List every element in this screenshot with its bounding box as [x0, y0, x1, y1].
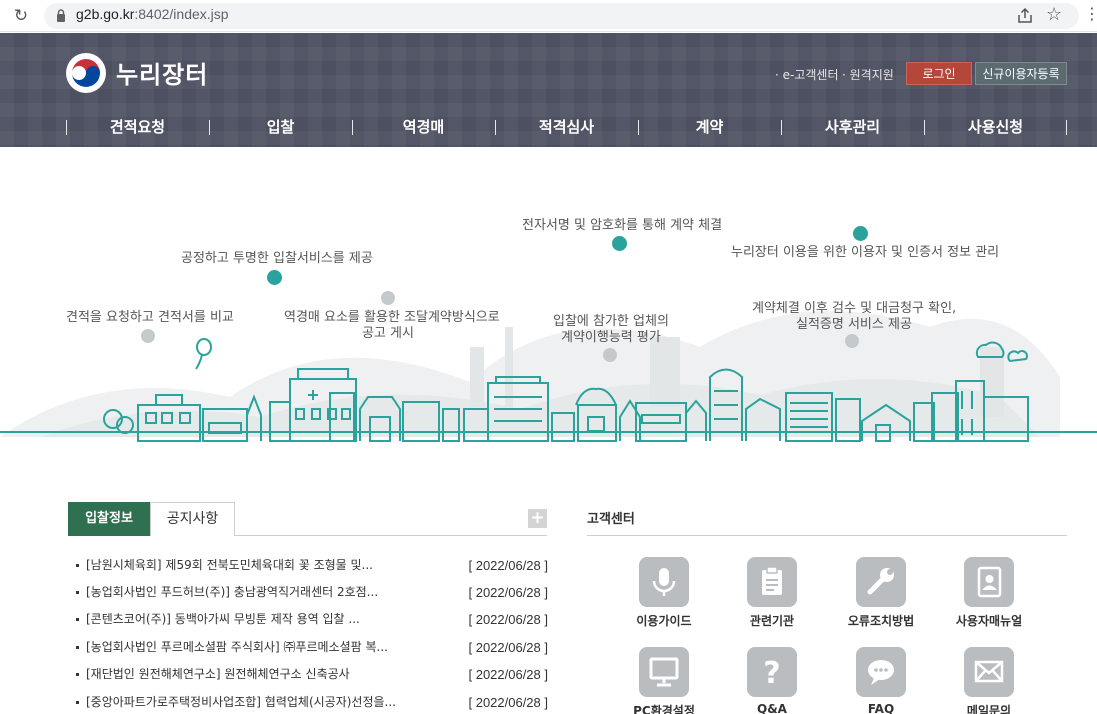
list-item-date: [ 2022/06/28 ] [468, 695, 548, 710]
list-item-title[interactable]: [남원시체육회] 제59회 전북도민체육대회 꽃 조형물 및... [86, 552, 456, 579]
customer-center-divider [587, 535, 1067, 536]
list-item-title[interactable]: [콘텐츠코어(주)] 동백아가씨 무빙툰 제작 용역 입찰 ... [86, 606, 456, 633]
hero-caption-reverse-2: 공고 게시 [362, 326, 414, 341]
bookmark-star-icon[interactable]: ☆ [1046, 4, 1062, 25]
list-item[interactable]: [남원시체육회] 제59회 전북도민체육대회 꽃 조형물 및... [ 2022… [76, 552, 548, 579]
hero-point-bid[interactable] [267, 270, 282, 285]
error-fix-button[interactable]: 오류조치방법 [831, 557, 931, 637]
bullet-icon [76, 673, 79, 676]
main-navigation: 견적요청 입찰 역경매 적격심사 계약 사후관리 사용신청 [66, 115, 1067, 139]
hero-caption-evaluate-1: 입찰에 참가한 업체의 [553, 314, 669, 329]
hero-caption-manage: 누리장터 이용을 위한 이용자 및 인증서 정보 관리 [731, 245, 1000, 260]
question-icon: ? [747, 647, 797, 697]
lock-icon [57, 9, 65, 22]
customer-center-title: 고객센터 [587, 512, 635, 527]
list-item[interactable]: [재단법인 원전해체연구소] 원전해체연구소 신축공사 [ 2022/06/28… [76, 661, 548, 688]
qna-button[interactable]: ? Q&A [722, 647, 822, 714]
taegeuk-logo-icon[interactable] [66, 53, 106, 93]
hero-caption-esign: 전자서명 및 암호화를 통해 계약 체결 [522, 218, 723, 233]
bullet-icon [76, 701, 79, 704]
nav-separator [1066, 120, 1067, 135]
cc-label: 이용가이드 [636, 614, 692, 628]
hero-point-manage[interactable] [853, 226, 868, 241]
svg-text:?: ? [763, 656, 780, 691]
list-item-title[interactable]: [재단법인 원전해체연구소] 원전해체연구소 신축공사 [86, 661, 456, 688]
list-item-title[interactable]: [농업회사법인 푸르메소셜팜 주식회사] ㈜푸르메소셜팜 복... [86, 634, 456, 661]
nav-after-management[interactable]: 사후관리 [781, 115, 924, 139]
user-manual-icon [964, 557, 1014, 607]
faq-button[interactable]: FAQ [831, 647, 931, 714]
menu-icon[interactable]: ⋮ [1084, 4, 1097, 23]
nav-use-application[interactable]: 사용신청 [924, 115, 1067, 139]
microphone-icon [639, 557, 689, 607]
hero-illustration: 견적을 요청하고 견적서를 비교 공정하고 투명한 입찰서비스를 제공 역경매 … [0, 147, 1097, 487]
mail-icon [964, 647, 1014, 697]
list-item[interactable]: [농업회사법인 푸르메소셜팜 주식회사] ㈜푸르메소셜팜 복... [ 2022… [76, 634, 548, 661]
list-item[interactable]: [콘텐츠코어(주)] 동백아가씨 무빙툰 제작 용역 입찰 ... [ 2022… [76, 606, 548, 633]
nav-qualification[interactable]: 적격심사 [495, 115, 638, 139]
tab-bid-info[interactable]: 입찰정보 [68, 502, 150, 536]
list-item-date: [ 2022/06/28 ] [468, 640, 548, 655]
cc-label: 사용자매뉴얼 [955, 614, 1023, 628]
monitor-icon [639, 647, 689, 697]
user-manual-button[interactable]: 사용자매뉴얼 [939, 557, 1039, 637]
bullet-icon [76, 591, 79, 594]
list-item-date: [ 2022/06/28 ] [468, 558, 548, 573]
hero-caption-bid: 공정하고 투명한 입찰서비스를 제공 [181, 251, 373, 266]
wrench-icon [856, 557, 906, 607]
bullet-icon [76, 564, 79, 567]
chat-icon [856, 647, 906, 697]
hero-caption-after-1: 계약체결 이후 검수 및 대금청구 확인, [752, 301, 957, 316]
list-item-date: [ 2022/06/28 ] [468, 667, 548, 682]
hero-caption-evaluate-2: 계약이행능력 평가 [561, 330, 661, 345]
list-item-date: [ 2022/06/28 ] [468, 612, 548, 627]
bullet-icon [76, 646, 79, 649]
hero-caption-after-2: 실적증명 서비스 제공 [796, 317, 912, 332]
hero-point-reverse[interactable] [381, 291, 395, 305]
bullet-icon [76, 618, 79, 621]
cc-label: PC환경설정 [633, 704, 695, 714]
list-item-title[interactable]: [농업회사법인 푸드허브(주)] 충남광역직거래센터 2호점... [86, 579, 456, 606]
remote-support-link[interactable]: · 원격지원 [842, 66, 894, 83]
cc-label: FAQ [867, 702, 895, 714]
list-item-title[interactable]: [중앙아파트가로주택정비사업조합] 협력업체(시공자)선정을... [86, 689, 456, 714]
pc-settings-button[interactable]: PC환경설정 [614, 647, 714, 714]
list-item-date: [ 2022/06/28 ] [468, 585, 548, 600]
cc-label: Q&A [757, 702, 787, 714]
hero-point-after[interactable] [845, 334, 859, 348]
nav-contract[interactable]: 계약 [638, 115, 781, 139]
tab-notice[interactable]: 공지사항 [150, 502, 235, 536]
hero-caption-reverse-1: 역경매 요소를 활용한 조달계약방식으로 [284, 310, 500, 325]
register-button[interactable]: 신규이용자등록 [975, 62, 1067, 85]
reload-icon[interactable]: ↻ [10, 5, 32, 27]
e-customer-center-link[interactable]: · e-고객센터 [775, 66, 839, 83]
hero-point-quote[interactable] [141, 329, 155, 343]
related-agency-button[interactable]: 관련기관 [722, 557, 822, 637]
nav-quote-request[interactable]: 견적요청 [66, 115, 209, 139]
cc-label: 관련기관 [749, 614, 795, 628]
cc-label: 메일문의 [966, 704, 1012, 714]
list-item[interactable]: [중앙아파트가로주택정비사업조합] 협력업체(시공자)선정을... [ 2022… [76, 689, 548, 714]
nav-bid[interactable]: 입찰 [209, 115, 352, 139]
user-guide-button[interactable]: 이용가이드 [614, 557, 714, 637]
hero-caption-quote: 견적을 요청하고 견적서를 비교 [66, 310, 234, 325]
mail-inquiry-button[interactable]: 메일문의 [939, 647, 1039, 714]
site-header: 누리장터 · e-고객센터 · 원격지원 로그인 신규이용자등록 견적요청 입찰… [0, 33, 1097, 147]
hero-point-evaluate[interactable] [603, 348, 617, 362]
url-text[interactable]: g2b.go.kr:8402/index.jsp [76, 6, 229, 22]
hero-point-esign[interactable] [612, 236, 627, 251]
clipboard-icon [747, 557, 797, 607]
nav-reverse-auction[interactable]: 역경매 [352, 115, 495, 139]
site-logo-text[interactable]: 누리장터 [116, 55, 208, 90]
more-button[interactable]: + [528, 509, 547, 528]
browser-toolbar: ↻ g2b.go.kr:8402/index.jsp ☆ ⋮ [0, 0, 1097, 32]
cc-label: 오류조치방법 [847, 614, 915, 628]
board-tabs: 입찰정보 공지사항 [68, 502, 547, 536]
share-icon[interactable] [1015, 6, 1035, 26]
list-item[interactable]: [농업회사법인 푸드허브(주)] 충남광역직거래센터 2호점... [ 2022… [76, 579, 548, 606]
login-button[interactable]: 로그인 [906, 62, 972, 85]
